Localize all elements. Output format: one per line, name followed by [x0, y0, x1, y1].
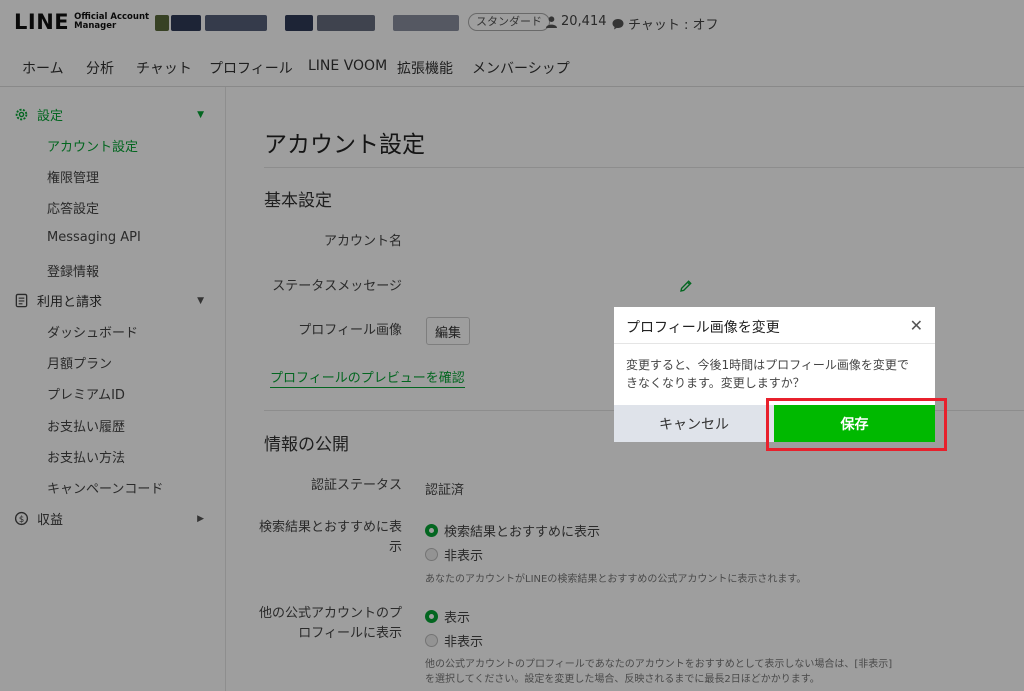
- dialog-title: プロフィール画像を変更: [626, 320, 780, 336]
- dialog-message-line1: 変更すると、今後1時間はプロフィール画像を変更で: [626, 358, 909, 372]
- divider: [614, 343, 935, 344]
- save-button-highlight: [766, 398, 947, 451]
- close-icon[interactable]: ✕: [910, 316, 923, 335]
- cancel-button[interactable]: キャンセル: [614, 405, 774, 442]
- dialog-message: 変更すると、今後1時間はプロフィール画像を変更で きなくなります。変更しますか？: [626, 356, 926, 392]
- dialog-message-line2: きなくなります。変更しますか？: [626, 376, 805, 390]
